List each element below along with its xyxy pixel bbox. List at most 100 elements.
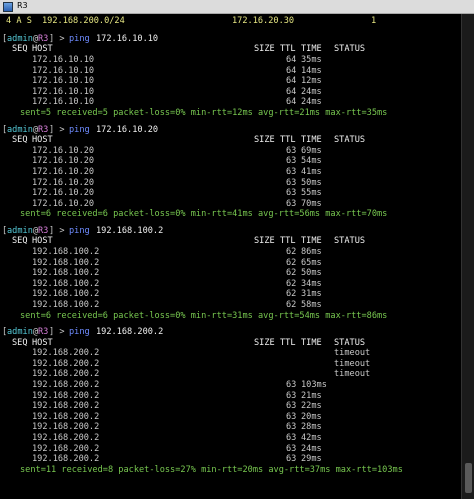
row-time: 41ms xyxy=(301,166,322,177)
row-ttl: 64 xyxy=(286,86,297,97)
route-gateway: 172.16.20.30 xyxy=(232,16,295,26)
header-status: STATUS xyxy=(334,337,366,348)
prompt-user: admin xyxy=(7,326,33,337)
ping-target: 172.16.10.10 xyxy=(96,33,159,44)
row-time: 31ms xyxy=(301,289,322,300)
header-status: STATUS xyxy=(334,236,366,247)
row-host: 192.168.200.2 xyxy=(32,443,100,454)
row-host: 172.16.10.20 xyxy=(32,177,95,188)
row-time: 22ms xyxy=(301,401,322,412)
row-host: 172.16.10.20 xyxy=(32,145,95,156)
header-seq: SEQ xyxy=(12,44,28,55)
row-ttl: 64 xyxy=(286,65,297,76)
header-status: STATUS xyxy=(334,135,366,146)
row-ttl: 64 xyxy=(286,97,297,108)
header-host: HOST xyxy=(32,236,53,247)
header-status: STATUS xyxy=(334,44,366,55)
row-host: 192.168.200.2 xyxy=(32,358,100,369)
row-ttl: 64 xyxy=(286,76,297,87)
row-host: 192.168.200.2 xyxy=(32,390,100,401)
row-host: 192.168.200.2 xyxy=(32,422,100,433)
row-host: 172.16.10.10 xyxy=(32,97,95,108)
route-flags: 4 A S xyxy=(6,16,32,26)
prompt-user: admin xyxy=(7,124,33,135)
row-ttl: 63 xyxy=(286,432,297,443)
header-time: TIME xyxy=(301,44,322,55)
row-time: 24ms xyxy=(301,97,322,108)
terminal-output[interactable]: 4 A S 192.168.200.0/24 172.16.20.30 1 [a… xyxy=(0,14,462,499)
summary-text: sent=5 received=5 packet-loss=0% min-rtt… xyxy=(20,108,388,118)
row-time: 54ms xyxy=(301,156,322,167)
row-host: 192.168.200.2 xyxy=(32,348,100,359)
row-time: 103ms xyxy=(301,379,327,390)
row-time: 42ms xyxy=(301,432,322,443)
row-time: 86ms xyxy=(301,246,322,257)
row-ttl: 63 xyxy=(286,177,297,188)
header-seq: SEQ xyxy=(12,135,28,146)
row-ttl: 63 xyxy=(286,379,297,390)
row-ttl: 63 xyxy=(286,188,297,199)
header-host: HOST xyxy=(32,135,53,146)
row-host: 192.168.200.2 xyxy=(32,411,100,422)
header-time: TIME xyxy=(301,135,322,146)
row-ttl: 63 xyxy=(286,198,297,209)
header-ttl: TTL xyxy=(280,236,296,247)
prompt-host: R3 xyxy=(38,225,49,236)
row-ttl: 62 xyxy=(286,257,297,268)
header-size: SIZE xyxy=(254,44,275,55)
terminal-app-icon xyxy=(3,1,13,12)
header-seq: SEQ xyxy=(12,337,28,348)
row-host: 192.168.200.2 xyxy=(32,369,100,380)
prompt-bracket-close: ] > xyxy=(49,225,70,236)
row-time: 12ms xyxy=(301,76,322,87)
row-ttl: 63 xyxy=(286,166,297,177)
row-ttl: 62 xyxy=(286,278,297,289)
row-host: 172.16.10.20 xyxy=(32,198,95,209)
row-time: 29ms xyxy=(301,454,322,465)
row-time: 21ms xyxy=(301,390,322,401)
row-ttl: 63 xyxy=(286,422,297,433)
row-ttl: 64 xyxy=(286,55,297,65)
header-size: SIZE xyxy=(254,135,275,146)
row-time: 50ms xyxy=(301,177,322,188)
row-host: 172.16.10.20 xyxy=(32,188,95,199)
row-ttl: 63 xyxy=(286,443,297,454)
row-host: 172.16.10.20 xyxy=(32,166,95,177)
route-distance: 1 xyxy=(371,16,377,26)
row-ttl: 62 xyxy=(286,246,297,257)
row-ttl: 63 xyxy=(286,454,297,465)
row-host: 172.16.10.10 xyxy=(32,86,95,97)
header-ttl: TTL xyxy=(280,44,296,55)
prompt-host: R3 xyxy=(38,326,49,337)
row-time: 14ms xyxy=(301,65,322,76)
scrollbar-thumb[interactable] xyxy=(465,463,472,493)
route-dst-prefix: 192.168.200.0/24 xyxy=(42,16,125,26)
window-title: R3 xyxy=(17,1,28,11)
prompt-host: R3 xyxy=(38,33,49,44)
prompt-user: admin xyxy=(7,225,33,236)
ping-target: 192.168.200.2 xyxy=(96,326,164,337)
row-status: timeout xyxy=(334,358,371,369)
row-time: 58ms xyxy=(301,299,322,310)
row-time: 35ms xyxy=(301,55,322,65)
summary-text: sent=6 received=6 packet-loss=0% min-rtt… xyxy=(20,310,388,321)
row-host: 192.168.200.2 xyxy=(32,401,100,412)
summary-text: sent=11 received=8 packet-loss=27% min-r… xyxy=(20,464,403,475)
row-ttl: 63 xyxy=(286,390,297,401)
prompt-bracket-close: ] > xyxy=(49,124,70,135)
row-ttl: 63 xyxy=(286,411,297,422)
row-host: 192.168.200.2 xyxy=(32,454,100,465)
row-host: 172.16.10.10 xyxy=(32,55,95,65)
row-time: 50ms xyxy=(301,268,322,279)
header-size: SIZE xyxy=(254,236,275,247)
row-time: 34ms xyxy=(301,278,322,289)
vertical-scrollbar[interactable] xyxy=(461,14,474,499)
title-bar[interactable]: R3 xyxy=(0,0,474,14)
row-ttl: 62 xyxy=(286,299,297,310)
route-line: 4 A S 192.168.200.0/24 172.16.20.30 1 xyxy=(0,16,376,27)
row-host: 192.168.100.2 xyxy=(32,299,100,310)
row-ttl: 63 xyxy=(286,156,297,167)
row-host: 172.16.10.20 xyxy=(32,156,95,167)
row-time: 69ms xyxy=(301,145,322,156)
prompt-bracket-close: ] > xyxy=(49,326,70,337)
